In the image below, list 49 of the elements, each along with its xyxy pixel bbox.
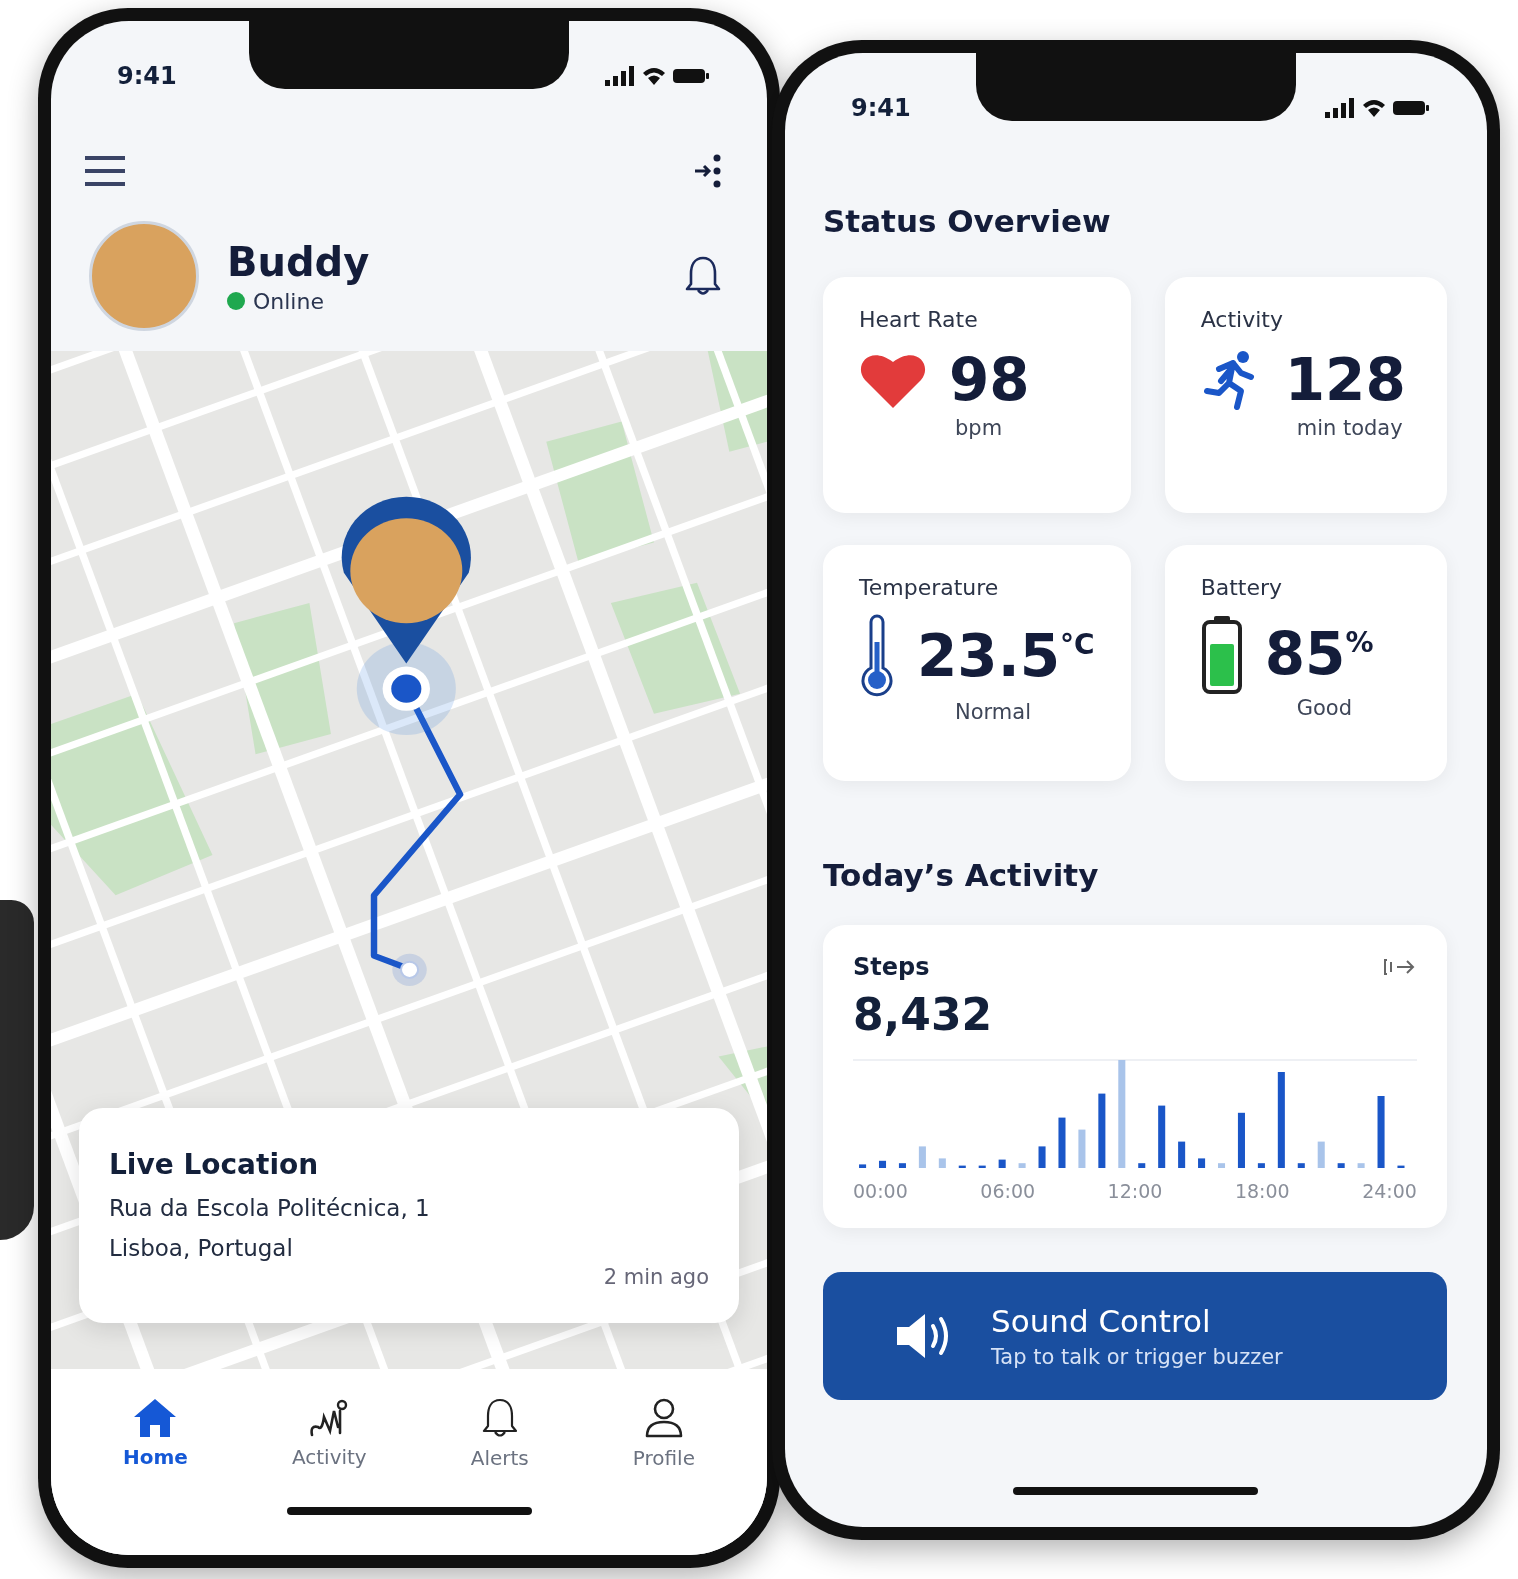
section-title: Status Overview (823, 203, 1112, 239)
arrow-icon[interactable] (1383, 957, 1417, 977)
steps-value: 8,432 (853, 989, 994, 1040)
metric-caption: Good (1296, 696, 1353, 720)
steps-title: Steps (853, 953, 930, 981)
address-line: Lisboa, Portugal (109, 1235, 294, 1261)
metric-label: Heart Rate (859, 307, 979, 332)
start-point-icon (392, 953, 427, 986)
nav-tab[interactable]: Activity (281, 1393, 377, 1473)
axis-label: 24:00 (1362, 1180, 1417, 1202)
update-time: 2 min ago (603, 1265, 709, 1289)
metric-value: 85% (1264, 620, 1374, 688)
metric-caption: Normal (955, 700, 1032, 724)
battery-icon (1393, 99, 1429, 117)
address-line: Rua da Escola Politécnica, 1 (109, 1195, 431, 1221)
status-dot (227, 292, 245, 310)
notification-bell-icon (683, 254, 723, 298)
wifi-icon (1362, 98, 1386, 118)
nav-tab[interactable]: Home (113, 1393, 198, 1473)
metric-value: 98 (949, 346, 1030, 414)
metric-caption: min today (1296, 416, 1404, 440)
metric-label: Battery (1200, 575, 1284, 600)
signal-icon (605, 66, 635, 86)
axis-label: 18:00 (1234, 1180, 1290, 1202)
metric-label: Activity (1200, 307, 1284, 332)
nav-tab[interactable]: Alerts (460, 1392, 539, 1474)
sound-control-button[interactable]: Sound Control Tap to talk or trigger buzzer (823, 1272, 1447, 1400)
metric-label: Temperature (859, 575, 1000, 600)
section-title: Today’s Activity (823, 857, 1100, 893)
status-time: 9:41 (851, 94, 911, 122)
card-title: Live Location (109, 1148, 320, 1181)
battery-icon (673, 67, 709, 85)
nav-tab[interactable]: Profile (622, 1392, 705, 1474)
dots-arrow-icon[interactable] (693, 154, 723, 188)
status-time: 9:41 (117, 62, 177, 90)
signal-icon (1325, 98, 1355, 118)
location-pin-icon (341, 496, 471, 664)
metric-caption: bpm (955, 416, 1004, 440)
axis-label: 12:00 (1107, 1180, 1163, 1202)
online-status: Online (253, 288, 324, 314)
axis-label: 06:00 (980, 1180, 1036, 1202)
position-marker-icon (356, 642, 456, 735)
menu-icon[interactable] (85, 156, 125, 186)
pet-name: Buddy (227, 238, 371, 285)
axis-label: 00:00 (853, 1180, 908, 1202)
wifi-icon (642, 66, 666, 86)
battery-level-icon (1200, 614, 1243, 694)
thermometer-icon (859, 614, 895, 698)
metric-value: 128 (1284, 346, 1406, 414)
